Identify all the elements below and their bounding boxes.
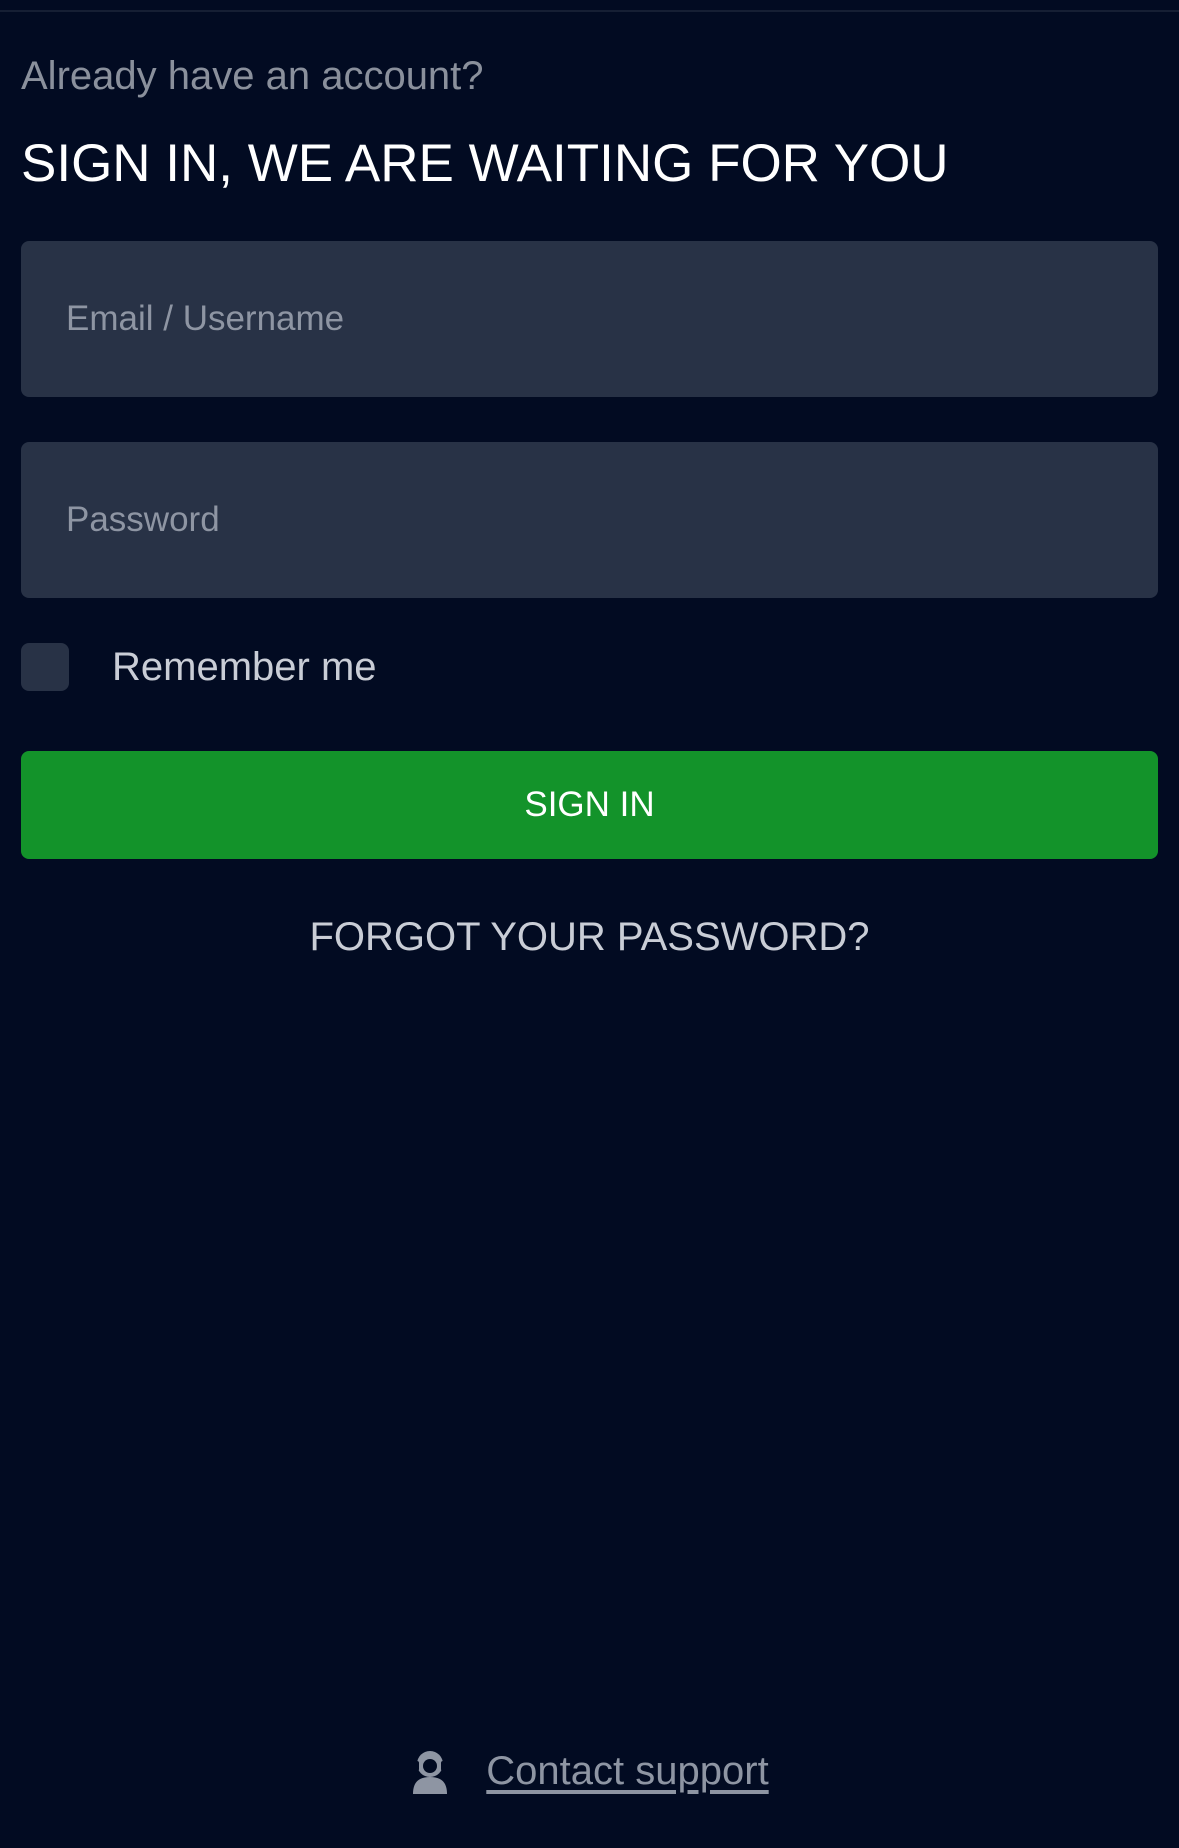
password-input[interactable]	[21, 442, 1158, 598]
remember-me-checkbox[interactable]	[21, 643, 69, 691]
forgot-password-link[interactable]: FORGOT YOUR PASSWORD?	[0, 915, 1179, 960]
contact-support[interactable]: Contact support	[0, 1748, 1179, 1794]
top-divider	[0, 10, 1179, 12]
remember-me-label: Remember me	[112, 644, 377, 689]
password-field-container	[21, 442, 1158, 598]
remember-me-toggle[interactable]: Remember me	[21, 643, 377, 691]
sign-in-button[interactable]: SIGN IN	[21, 751, 1158, 859]
contact-support-link[interactable]: Contact support	[486, 1749, 768, 1794]
email-username-input[interactable]	[21, 241, 1158, 397]
page-title: SIGN IN, WE ARE WAITING FOR YOU	[21, 134, 949, 193]
support-agent-icon	[410, 1748, 450, 1794]
page-subtitle: Already have an account?	[21, 54, 484, 98]
email-field-container	[21, 241, 1158, 397]
